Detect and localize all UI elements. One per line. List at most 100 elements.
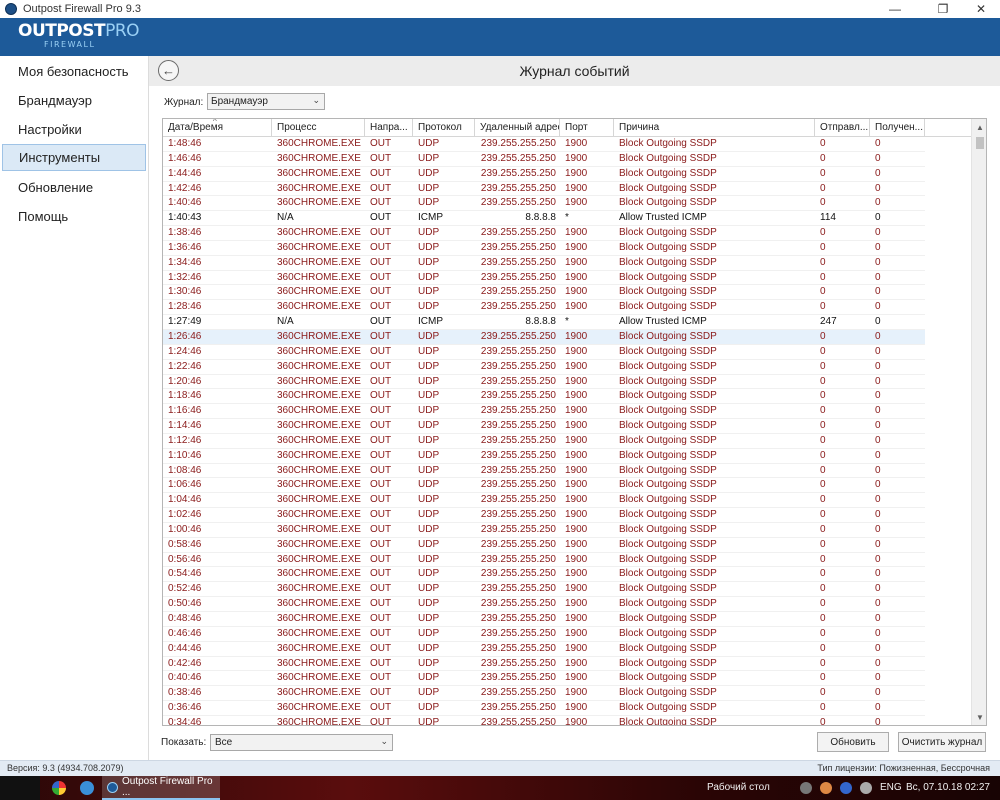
table-row[interactable]: 0:34:46 360CHROME.EXE OUT UDP 239.255.255.25… — [163, 716, 925, 725]
table-row[interactable]: 1:04:46 360CHROME.EXE OUT UDP 239.255.255.25… — [163, 493, 925, 509]
volume-icon[interactable] — [860, 782, 872, 794]
table-row[interactable]: 1:20:46 360CHROME.EXE OUT UDP 239.255.255.25… — [163, 375, 925, 390]
taskbar-outpost-app[interactable]: Outpost Firewall Pro ... — [102, 776, 220, 800]
table-row[interactable]: 1:36:46 360CHROME.EXE OUT UDP 239.255.255.25… — [163, 241, 925, 256]
minimize-icon[interactable]: — — [880, 0, 910, 18]
table-row[interactable]: 0:48:46 360CHROME.EXE OUT UDP 239.255.255.25… — [163, 612, 925, 627]
table-row[interactable]: 1:42:46 360CHROME.EXE OUT UDP 239.255.255.25… — [163, 182, 925, 197]
cell-port: 1900 — [565, 375, 588, 387]
sidebar-item-settings[interactable]: Настройки — [2, 116, 146, 143]
table-row[interactable]: 1:26:46 360CHROME.EXE OUT UDP 239.255.255.25… — [163, 329, 925, 345]
table-row[interactable]: 1:34:46 360CHROME.EXE OUT UDP 239.255.255.25… — [163, 256, 925, 271]
table-row[interactable]: 1:18:46 360CHROME.EXE OUT UDP 239.255.255.25… — [163, 389, 925, 405]
col-direction-header[interactable]: Напра... — [365, 119, 413, 137]
table-row[interactable]: 0:54:46 360CHROME.EXE OUT UDP 239.255.255.25… — [163, 567, 925, 583]
table-row[interactable]: 1:38:46 360CHROME.EXE OUT UDP 239.255.255.25… — [163, 226, 925, 241]
cell-process: 360CHROME.EXE — [277, 271, 361, 283]
table-row[interactable]: 1:46:46 360CHROME.EXE OUT UDP 239.255.255.25… — [163, 152, 925, 167]
table-row[interactable]: 0:44:46 360CHROME.EXE OUT UDP 239.255.255.25… — [163, 642, 925, 657]
cell-remote-address: 239.255.255.250 — [480, 657, 556, 669]
col-sent-header[interactable]: Отправл... — [815, 119, 870, 137]
cell-port: 1900 — [565, 227, 588, 239]
sidebar-item-help[interactable]: Помощь — [2, 203, 146, 230]
tray-icon[interactable] — [800, 782, 812, 794]
start-button[interactable] — [0, 776, 40, 800]
table-row[interactable]: 1:24:46 360CHROME.EXE OUT UDP 239.255.255.25… — [163, 345, 925, 360]
desktop-toolbar-label[interactable]: Рабочий стол — [707, 782, 770, 793]
table-row[interactable]: 0:42:46 360CHROME.EXE OUT UDP 239.255.255.25… — [163, 657, 925, 672]
cell-received: 0 — [875, 464, 881, 476]
cell-received: 0 — [875, 657, 881, 669]
table-row[interactable]: 1:00:46 360CHROME.EXE OUT UDP 239.255.255.25… — [163, 523, 925, 538]
cell-sent: 0 — [820, 241, 826, 253]
table-row[interactable]: 1:44:46 360CHROME.EXE OUT UDP 239.255.255.25… — [163, 167, 925, 182]
table-row[interactable]: 0:40:46 360CHROME.EXE OUT UDP 239.255.255.25… — [163, 671, 925, 687]
cell-reason: Block Outgoing SSDP — [619, 494, 717, 506]
table-row[interactable]: 1:28:46 360CHROME.EXE OUT UDP 239.255.255.25… — [163, 300, 925, 316]
cell-remote-address: 239.255.255.250 — [480, 716, 556, 725]
language-indicator[interactable]: ENG — [880, 782, 902, 793]
close-icon[interactable]: ✕ — [966, 0, 996, 18]
clear-log-button[interactable]: Очистить журнал — [898, 732, 986, 752]
cell-direction: OUT — [370, 152, 392, 164]
col-received-header[interactable]: Получен... — [870, 119, 925, 137]
scroll-down-icon[interactable]: ▼ — [972, 709, 986, 725]
tray-icon[interactable] — [840, 782, 852, 794]
sidebar-item-firewall[interactable]: Брандмауэр — [2, 87, 146, 114]
table-row[interactable]: 1:32:46 360CHROME.EXE OUT UDP 239.255.255.25… — [163, 271, 925, 286]
table-row[interactable]: 0:36:46 360CHROME.EXE OUT UDP 239.255.255.25… — [163, 701, 925, 716]
sidebar-item-my-security[interactable]: Моя безопасность — [2, 58, 146, 85]
cell-received: 0 — [875, 523, 881, 535]
scroll-up-icon[interactable]: ▲ — [972, 119, 986, 135]
table-row[interactable]: 1:14:46 360CHROME.EXE OUT UDP 239.255.255.25… — [163, 419, 925, 434]
maximize-icon[interactable]: ❐ — [928, 0, 958, 18]
cell-reason: Block Outgoing SSDP — [619, 420, 717, 432]
cell-port: 1900 — [565, 449, 588, 461]
table-row[interactable]: 0:56:46 360CHROME.EXE OUT UDP 239.255.255.25… — [163, 553, 925, 568]
col-port-header[interactable]: Порт — [560, 119, 614, 137]
back-button[interactable]: ← — [158, 60, 179, 81]
table-row[interactable]: 1:08:46 360CHROME.EXE OUT UDP 239.255.255.25… — [163, 464, 925, 479]
table-row[interactable]: 1:40:43 N/A OUT ICMP 8.8.8.8 * Allow Trusted I… — [163, 211, 925, 227]
refresh-button[interactable]: Обновить — [817, 732, 889, 752]
cell-protocol: UDP — [418, 434, 440, 446]
table-row[interactable]: 1:10:46 360CHROME.EXE OUT UDP 239.255.255.25… — [163, 449, 925, 464]
col-process-header[interactable]: Процесс — [272, 119, 365, 137]
table-row[interactable]: 1:16:46 360CHROME.EXE OUT UDP 239.255.255.25… — [163, 404, 925, 420]
col-protocol-header[interactable]: Протокол — [413, 119, 475, 137]
table-row[interactable]: 0:46:46 360CHROME.EXE OUT UDP 239.255.255.25… — [163, 627, 925, 642]
tray-icon[interactable] — [820, 782, 832, 794]
browser-icon[interactable] — [80, 781, 94, 795]
chrome-icon[interactable] — [52, 781, 66, 795]
col-datetime-header[interactable]: Дата/Время ^ — [163, 119, 272, 137]
sidebar-item-tools[interactable]: Инструменты — [2, 144, 146, 171]
cell-process: 360CHROME.EXE — [277, 702, 361, 714]
cell-process: 360CHROME.EXE — [277, 152, 361, 164]
show-filter-select[interactable]: Все ⌄ — [210, 734, 393, 751]
vertical-scrollbar[interactable]: ▲ ▼ — [971, 119, 986, 725]
table-row[interactable]: 0:52:46 360CHROME.EXE OUT UDP 239.255.255.25… — [163, 582, 925, 598]
table-row[interactable]: 1:27:49 N/A OUT ICMP 8.8.8.8 * Allow Trusted I… — [163, 315, 925, 330]
table-row[interactable]: 1:06:46 360CHROME.EXE OUT UDP 239.255.255.25… — [163, 478, 925, 494]
table-row[interactable]: 1:02:46 360CHROME.EXE OUT UDP 239.255.255.25… — [163, 508, 925, 523]
table-row[interactable]: 1:12:46 360CHROME.EXE OUT UDP 239.255.255.25… — [163, 434, 925, 449]
cell-process: 360CHROME.EXE — [277, 182, 361, 194]
scrollbar-thumb[interactable] — [976, 137, 984, 149]
taskbar-clock[interactable]: Вс, 07.10.18 02:27 — [906, 782, 990, 793]
cell-received: 0 — [875, 241, 881, 253]
table-row[interactable]: 0:58:46 360CHROME.EXE OUT UDP 239.255.255.25… — [163, 538, 925, 553]
table-row[interactable]: 1:48:46 360CHROME.EXE OUT UDP 239.255.255.25… — [163, 137, 925, 152]
col-reason-header[interactable]: Причина — [614, 119, 815, 137]
table-row[interactable]: 0:50:46 360CHROME.EXE OUT UDP 239.255.255.25… — [163, 597, 925, 612]
cell-direction: OUT — [370, 702, 392, 714]
table-row[interactable]: 0:38:46 360CHROME.EXE OUT UDP 239.255.255.25… — [163, 686, 925, 702]
cell-datetime: 1:34:46 — [168, 256, 202, 268]
table-row[interactable]: 1:30:46 360CHROME.EXE OUT UDP 239.255.255.25… — [163, 285, 925, 301]
sidebar-item-update[interactable]: Обновление — [2, 174, 146, 201]
journal-select[interactable]: Брандмауэр ⌄ — [207, 93, 325, 110]
cell-protocol: UDP — [418, 479, 440, 491]
col-remote-address-header[interactable]: Удаленный адрес — [475, 119, 560, 137]
table-row[interactable]: 1:40:46 360CHROME.EXE OUT UDP 239.255.255.25… — [163, 196, 925, 212]
cell-reason: Block Outgoing SSDP — [619, 702, 717, 714]
table-row[interactable]: 1:22:46 360CHROME.EXE OUT UDP 239.255.255.25… — [163, 360, 925, 375]
